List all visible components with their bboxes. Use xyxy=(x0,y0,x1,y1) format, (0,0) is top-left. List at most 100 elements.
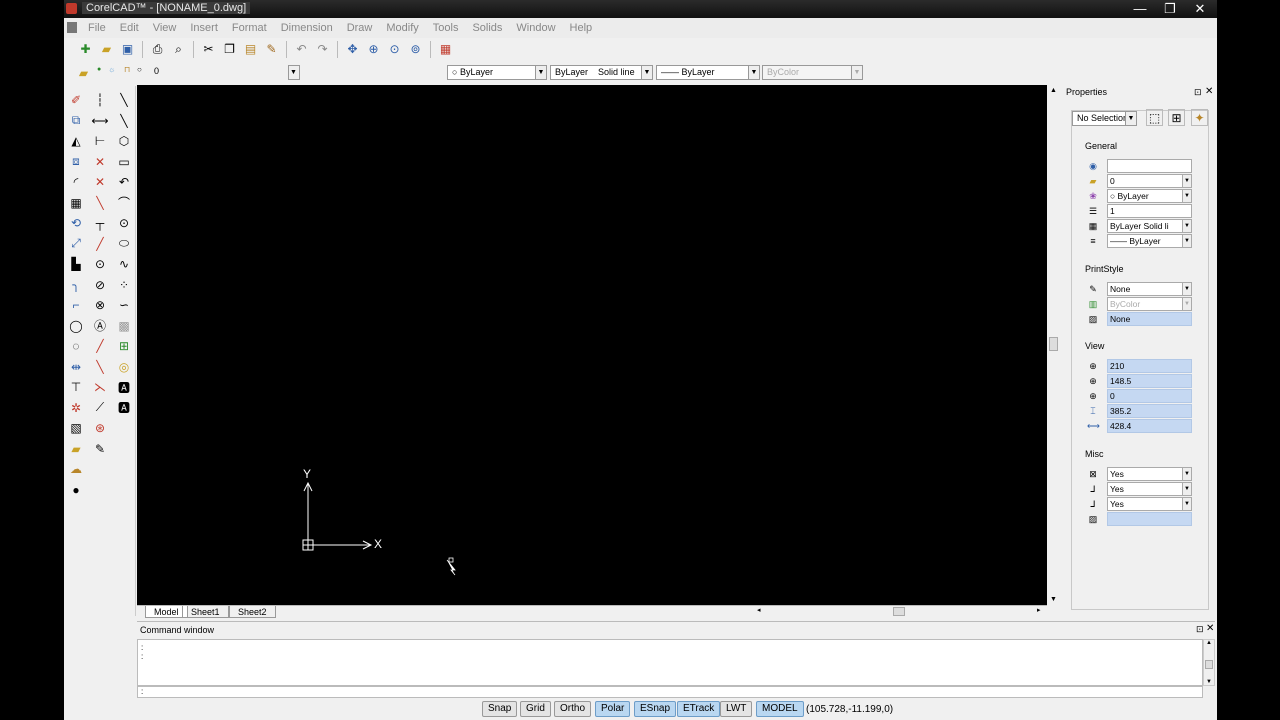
offset-icon[interactable]: ⧈ xyxy=(66,153,86,172)
scroll-up-icon[interactable]: ▲ xyxy=(1050,87,1057,94)
rotate-icon[interactable]: ⟲ xyxy=(66,214,86,233)
prop-layer[interactable]: 0 ▼ xyxy=(1107,174,1192,188)
prop-center-x[interactable]: 210 xyxy=(1107,359,1192,373)
prop-lineweight[interactable]: —— ByLayer ▼ xyxy=(1107,234,1192,248)
dim-ordinate-icon[interactable]: ┬ xyxy=(90,214,110,233)
canvas-vertical-scrollbar[interactable]: ▲ ▼ xyxy=(1047,85,1061,605)
trim-icon[interactable]: ◯ xyxy=(66,317,86,336)
dim-diameter-icon[interactable]: ⊘ xyxy=(90,276,110,295)
minimize-button[interactable]: — xyxy=(1125,0,1155,18)
tab-sheet1[interactable]: Sheet1 xyxy=(182,606,229,618)
menu-tools[interactable]: Tools xyxy=(426,18,466,38)
menu-dimension[interactable]: Dimension xyxy=(274,18,340,38)
open-icon[interactable]: ▰ xyxy=(97,40,116,59)
dim-arc-icon[interactable]: ⊗ xyxy=(90,296,110,315)
command-scrollbar[interactable]: ▲ ▼ xyxy=(1203,639,1215,686)
extend-icon[interactable]: ◌ xyxy=(66,337,86,356)
pan-icon[interactable]: ✥ xyxy=(343,40,362,59)
note-text-icon[interactable]: 🅰 xyxy=(114,399,134,418)
dim-baseline-icon[interactable]: ⊢ xyxy=(90,132,110,151)
new-icon[interactable]: ✚ xyxy=(76,40,95,59)
prop-ucs-name[interactable] xyxy=(1107,512,1192,526)
split-icon[interactable]: ⊤ xyxy=(66,378,86,397)
layer-combo-arrow[interactable]: ▼ xyxy=(288,65,300,80)
document-icon[interactable] xyxy=(67,22,77,33)
hscroll-left-icon[interactable]: ◂ xyxy=(757,606,761,614)
quick-select-icon[interactable]: ⊞ xyxy=(1168,109,1185,126)
undo-icon[interactable]: ↶ xyxy=(292,40,311,59)
prop-ucs-per-viewport[interactable]: Yes ▼ xyxy=(1107,497,1192,511)
menu-help[interactable]: Help xyxy=(563,18,600,38)
menu-format[interactable]: Format xyxy=(225,18,274,38)
polygon-icon[interactable]: ⬡ xyxy=(114,132,134,151)
circle-icon[interactable]: ⊙ xyxy=(114,214,134,233)
dim-update-icon[interactable]: ⋋ xyxy=(90,378,110,397)
mirror-icon[interactable]: ◭ xyxy=(66,132,86,151)
dim-aligned-icon[interactable]: ⟷ xyxy=(90,112,110,131)
print-preview-icon[interactable]: ⌕ xyxy=(169,40,188,59)
match-properties-icon[interactable]: ✎ xyxy=(262,40,281,59)
spline-icon[interactable]: ∿ xyxy=(114,255,134,274)
dim-text-icon[interactable]: Ⓐ xyxy=(90,317,110,336)
print-icon[interactable]: ⎙ xyxy=(148,40,167,59)
tab-sheet2[interactable]: Sheet2 xyxy=(229,606,276,618)
zoom-window-icon[interactable]: ⊙ xyxy=(385,40,404,59)
properties-close-icon[interactable]: ✕ xyxy=(1205,86,1213,97)
scroll-down-icon[interactable]: ▼ xyxy=(1204,679,1214,685)
hscroll-right-icon[interactable]: ▸ xyxy=(1037,606,1041,614)
rectangle-icon[interactable]: ▭ xyxy=(114,153,134,172)
prop-linestyle[interactable]: ByLayer Solid li ▼ xyxy=(1107,219,1192,233)
boundary-icon[interactable]: ◎ xyxy=(114,358,134,377)
linestyle-combo[interactable]: ByLayer Solid line ▼ xyxy=(550,65,653,80)
prop-center-z[interactable]: 0 xyxy=(1107,389,1192,403)
point-icon[interactable]: ⁘ xyxy=(114,276,134,295)
dim-override-icon[interactable]: ⊛ xyxy=(90,419,110,438)
arc-3point-icon[interactable]: ⌒ xyxy=(114,194,134,213)
menu-edit[interactable]: Edit xyxy=(113,18,146,38)
arc-icon[interactable]: ↶ xyxy=(114,173,134,192)
erase-icon[interactable]: ✐ xyxy=(66,91,86,110)
group-icon[interactable]: ☁ xyxy=(66,460,86,479)
insert-block-icon[interactable]: ⊞ xyxy=(114,337,134,356)
command-pin-icon[interactable]: ⊡ xyxy=(1196,624,1204,635)
esnap-toggle[interactable]: ESnap xyxy=(634,701,677,717)
prop-print-table[interactable]: ByColor ▼ xyxy=(1107,297,1192,311)
model-space-canvas[interactable]: Y X xyxy=(137,85,1047,605)
maximize-button[interactable]: ❐ xyxy=(1155,0,1185,18)
layer-color-icon[interactable]: ○ xyxy=(137,65,142,74)
ellipse-icon[interactable]: ⬭ xyxy=(114,235,134,254)
command-input[interactable]: : xyxy=(137,686,1203,698)
dim-tolerance-icon[interactable]: ╱ xyxy=(90,337,110,356)
menu-view[interactable]: View xyxy=(146,18,184,38)
layer-manager-icon[interactable]: ▰ xyxy=(74,63,93,82)
scale-icon[interactable]: ⤢ xyxy=(66,235,86,254)
fillet-icon[interactable]: ╮ xyxy=(66,276,86,295)
text-style-icon[interactable]: ▦ xyxy=(436,40,455,59)
prop-ucs-icon-origin[interactable]: Yes ▼ xyxy=(1107,482,1192,496)
save-icon[interactable]: ▣ xyxy=(118,40,137,59)
close-button[interactable]: ✕ xyxy=(1185,0,1215,18)
simple-note-icon[interactable]: 🅰 xyxy=(114,378,134,397)
dim-continue-icon[interactable]: ✕ xyxy=(90,153,110,172)
paste-icon[interactable]: ▤ xyxy=(241,40,260,59)
pin-icon[interactable]: ⊡ xyxy=(1194,87,1202,98)
layer-on-icon[interactable]: ● xyxy=(97,66,101,73)
break-icon[interactable]: ⇹ xyxy=(66,358,86,377)
scroll-down-icon[interactable]: ▼ xyxy=(1050,596,1057,603)
prop-ucs-icon-on[interactable]: Yes ▼ xyxy=(1107,467,1192,481)
cut-icon[interactable]: ✂ xyxy=(199,40,218,59)
layer-lock-icon[interactable]: ⊓ xyxy=(124,65,130,74)
printstyle-combo[interactable]: ByColor ▼ xyxy=(762,65,863,80)
menu-draw[interactable]: Draw xyxy=(340,18,380,38)
grid-toggle[interactable]: Grid xyxy=(520,701,551,717)
dim-angular-icon[interactable]: ✕ xyxy=(90,173,110,192)
stretch-icon[interactable]: ▙ xyxy=(66,255,86,274)
menu-insert[interactable]: Insert xyxy=(183,18,225,38)
line-icon[interactable]: ╲ xyxy=(114,91,134,110)
layer-freeze-icon[interactable]: ☼ xyxy=(108,65,115,74)
scroll-up-icon[interactable]: ▲ xyxy=(1204,640,1214,646)
zoom-extents-icon[interactable]: ⊚ xyxy=(406,40,425,59)
prop-center-y[interactable]: 148.5 xyxy=(1107,374,1192,388)
select-objects-icon[interactable]: ⬚ xyxy=(1146,109,1163,126)
color-combo[interactable]: ○ ByLayer ▼ xyxy=(447,65,547,80)
